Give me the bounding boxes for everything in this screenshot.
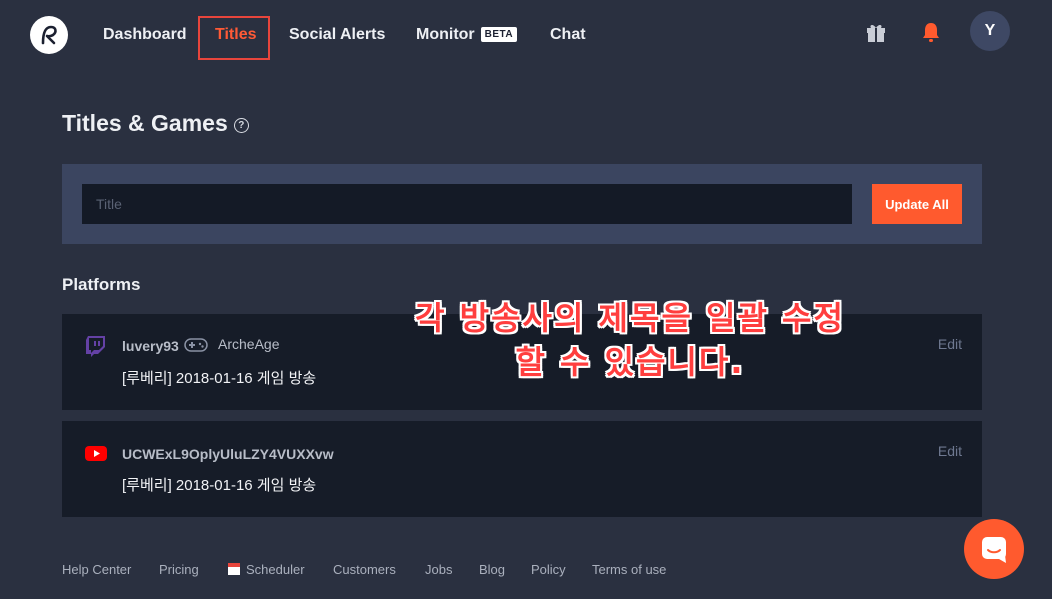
nav-chat[interactable]: Chat bbox=[550, 26, 586, 44]
platform-stream-title: [루베리] 2018-01-16 게임 방송 bbox=[122, 477, 317, 494]
chat-launcher-button[interactable] bbox=[964, 519, 1024, 579]
footer-scheduler-label: Scheduler bbox=[246, 562, 305, 577]
beta-badge: BETA bbox=[480, 27, 518, 42]
title-update-panel: Update All bbox=[62, 164, 982, 244]
platforms-heading: Platforms bbox=[62, 275, 141, 294]
help-icon[interactable]: ? bbox=[233, 118, 249, 133]
update-all-button[interactable]: Update All bbox=[872, 184, 962, 224]
platform-channel-id: UCWExL9OplyUluLZY4VUXXvw bbox=[122, 446, 334, 462]
edit-link[interactable]: Edit bbox=[938, 336, 962, 352]
nav-social-alerts[interactable]: Social Alerts bbox=[289, 26, 385, 44]
footer-jobs[interactable]: Jobs bbox=[425, 562, 452, 577]
title-input[interactable] bbox=[82, 184, 852, 224]
nav-dashboard[interactable]: Dashboard bbox=[103, 26, 187, 44]
annotation-line-1: 각 방송사의 제목을 일괄 수정 bbox=[415, 299, 845, 337]
top-nav: Dashboard Titles Social Alerts Monitor BE… bbox=[0, 0, 1052, 72]
calendar-icon bbox=[228, 563, 240, 575]
nav-titles[interactable]: Titles bbox=[215, 26, 257, 44]
footer-help-center[interactable]: Help Center bbox=[62, 562, 131, 577]
footer-pricing[interactable]: Pricing bbox=[159, 562, 199, 577]
footer-policy[interactable]: Policy bbox=[531, 562, 566, 577]
page-title-text: Titles & Games bbox=[62, 110, 228, 136]
user-avatar[interactable]: Y bbox=[970, 11, 1010, 51]
nav-monitor-label: Monitor bbox=[416, 26, 475, 43]
gamepad-icon bbox=[184, 338, 208, 352]
footer-customers[interactable]: Customers bbox=[333, 562, 396, 577]
footer-terms[interactable]: Terms of use bbox=[592, 562, 666, 577]
page-title: Titles & Games? bbox=[62, 110, 249, 137]
logo[interactable] bbox=[30, 16, 68, 54]
platform-stream-title: [루베리] 2018-01-16 게임 방송 bbox=[122, 370, 317, 387]
annotation-line-2: 할 수 있습니다. bbox=[515, 343, 745, 381]
youtube-icon bbox=[85, 446, 107, 461]
twitch-icon bbox=[86, 336, 105, 357]
footer-scheduler[interactable]: Scheduler bbox=[228, 562, 305, 577]
platform-username: luvery93 bbox=[122, 338, 179, 354]
overlay-annotation: 각 방송사의 제목을 일괄 수정 할 수 있습니다. bbox=[370, 296, 890, 384]
bell-icon[interactable] bbox=[919, 20, 943, 44]
logo-icon bbox=[41, 25, 57, 45]
platform-card-youtube: UCWExL9OplyUluLZY4VUXXvw [루베리] 2018-01-1… bbox=[62, 421, 982, 517]
platform-game: ArcheAge bbox=[218, 336, 280, 352]
nav-monitor[interactable]: Monitor BETA bbox=[416, 26, 518, 44]
footer-blog[interactable]: Blog bbox=[479, 562, 505, 577]
chat-icon bbox=[982, 537, 1006, 563]
gift-icon[interactable] bbox=[864, 20, 888, 44]
edit-link[interactable]: Edit bbox=[938, 443, 962, 459]
